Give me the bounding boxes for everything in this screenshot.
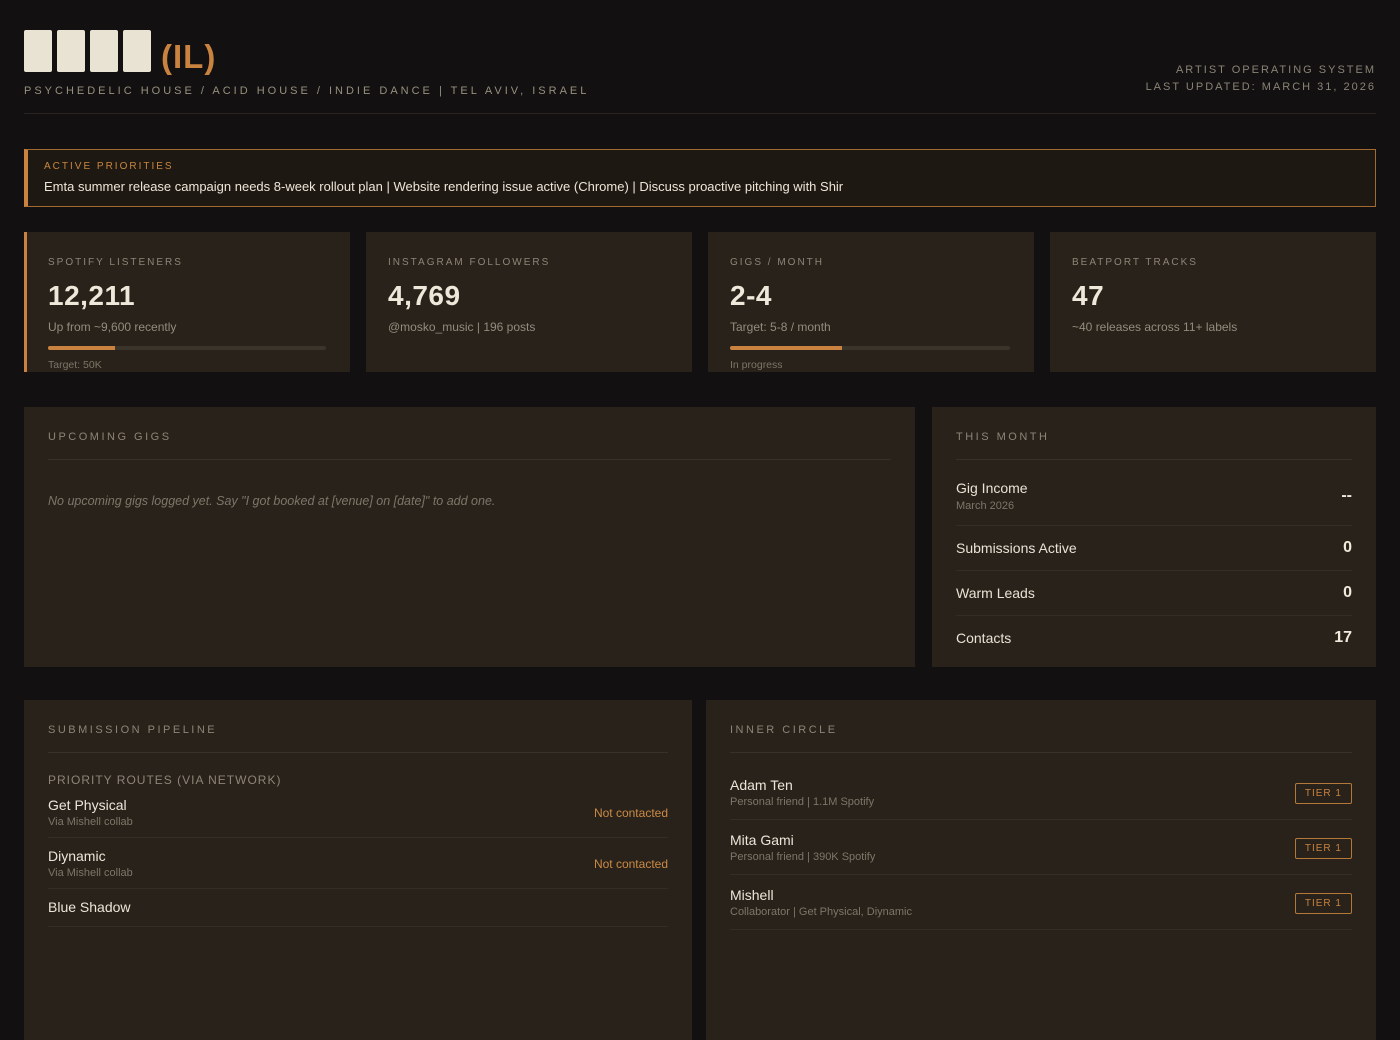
stat-card-gigs-per-month: GIGS / MONTH 2-4 Target: 5-8 / month In …: [708, 232, 1034, 372]
stat-footer: In progress: [730, 359, 1010, 371]
tier-badge: TIER 1: [1295, 893, 1352, 914]
tier-badge: TIER 1: [1295, 838, 1352, 859]
artist-tagline: PSYCHEDELIC HOUSE / ACID HOUSE / INDIE D…: [24, 85, 589, 97]
metric-value: 0: [1343, 539, 1352, 557]
stat-label: BEATPORT TRACKS: [1072, 257, 1352, 268]
status-badge: Not contacted: [594, 857, 668, 871]
pipeline-row: Blue Shadow: [48, 889, 668, 927]
contact-detail: Personal friend | 1.1M Spotify: [730, 796, 874, 809]
contact-detail: Collaborator | Get Physical, Diynamic: [730, 906, 912, 919]
status-badge: Not contacted: [594, 806, 668, 820]
this-month-row-gig-income: Gig Income March 2026 --: [956, 460, 1352, 526]
pipeline-row: Diynamic Via Mishell collab Not contacte…: [48, 838, 668, 889]
logo: (IL): [24, 30, 589, 72]
this-month-panel: THIS MONTH Gig Income March 2026 -- Subm…: [932, 407, 1376, 667]
logo-country-suffix: (IL): [161, 41, 216, 72]
label-route: Via Mishell collab: [48, 867, 133, 880]
progress-fill: [48, 346, 115, 350]
pipeline-target: Diynamic Via Mishell collab: [48, 848, 133, 880]
contact-info: Adam Ten Personal friend | 1.1M Spotify: [730, 777, 874, 809]
stat-label: INSTAGRAM FOLLOWERS: [388, 257, 668, 268]
progress-bar: [730, 346, 1010, 350]
this-month-row-submissions-active: Submissions Active 0: [956, 526, 1352, 571]
progress-bar: [48, 346, 326, 350]
upcoming-gigs-empty-message: No upcoming gigs logged yet. Say "I got …: [48, 494, 891, 508]
pipeline-row: Get Physical Via Mishell collab Not cont…: [48, 787, 668, 838]
logo-block: [24, 30, 52, 72]
last-updated: LAST UPDATED: MARCH 31, 2026: [1146, 79, 1376, 96]
middle-row: UPCOMING GIGS No upcoming gigs logged ye…: [24, 407, 1376, 667]
contact-row: Mishell Collaborator | Get Physical, Diy…: [730, 875, 1352, 930]
upcoming-gigs-panel: UPCOMING GIGS No upcoming gigs logged ye…: [24, 407, 915, 667]
bottom-row: SUBMISSION PIPELINE PRIORITY ROUTES (VIA…: [24, 700, 1376, 1040]
header: (IL) PSYCHEDELIC HOUSE / ACID HOUSE / IN…: [24, 0, 1376, 114]
stat-sub: ~40 releases across 11+ labels: [1072, 320, 1352, 334]
stat-card-instagram-followers: INSTAGRAM FOLLOWERS 4,769 @mosko_music |…: [366, 232, 692, 372]
contact-name: Mishell: [730, 887, 912, 903]
logo-blocks: [24, 30, 151, 72]
contact-row: Adam Ten Personal friend | 1.1M Spotify …: [730, 765, 1352, 820]
label-name: Diynamic: [48, 848, 133, 864]
stat-sub: @mosko_music | 196 posts: [388, 320, 668, 334]
stat-value: 47: [1072, 280, 1352, 312]
metric-sublabel: March 2026: [956, 500, 1028, 512]
metric-value: 0: [1343, 584, 1352, 602]
stat-footer: Target: 50K: [48, 359, 326, 371]
priorities-label: ACTIVE PRIORITIES: [44, 161, 1359, 172]
contact-name: Adam Ten: [730, 777, 874, 793]
metric-label: Gig Income: [956, 480, 1028, 496]
stat-label: SPOTIFY LISTENERS: [48, 257, 326, 268]
stat-sub: Up from ~9,600 recently: [48, 320, 326, 334]
inner-circle-panel: INNER CIRCLE Adam Ten Personal friend | …: [706, 700, 1376, 1040]
label-name: Blue Shadow: [48, 899, 131, 915]
stat-label: GIGS / MONTH: [730, 257, 1010, 268]
metric: Gig Income March 2026: [956, 480, 1028, 512]
logo-block: [90, 30, 118, 72]
priority-routes-label: PRIORITY ROUTES (VIA NETWORK): [48, 773, 668, 787]
this-month-row-contacts: Contacts 17: [956, 616, 1352, 660]
stat-value: 12,211: [48, 280, 326, 312]
contact-row: Mita Gami Personal friend | 390K Spotify…: [730, 820, 1352, 875]
contact-info: Mishell Collaborator | Get Physical, Diy…: [730, 887, 912, 919]
stat-value: 4,769: [388, 280, 668, 312]
logo-block: [57, 30, 85, 72]
header-left: (IL) PSYCHEDELIC HOUSE / ACID HOUSE / IN…: [24, 30, 589, 97]
tier-badge: TIER 1: [1295, 783, 1352, 804]
inner-circle-list: Adam Ten Personal friend | 1.1M Spotify …: [730, 765, 1352, 930]
stats-row: SPOTIFY LISTENERS 12,211 Up from ~9,600 …: [24, 232, 1376, 372]
panel-title: THIS MONTH: [956, 431, 1352, 460]
metric-label: Contacts: [956, 630, 1011, 646]
stat-card-spotify-listeners: SPOTIFY LISTENERS 12,211 Up from ~9,600 …: [24, 232, 350, 372]
this-month-row-warm-leads: Warm Leads 0: [956, 571, 1352, 616]
contact-detail: Personal friend | 390K Spotify: [730, 851, 875, 864]
label-name: Get Physical: [48, 797, 133, 813]
panel-title: SUBMISSION PIPELINE: [48, 724, 668, 753]
stat-card-beatport-tracks: BEATPORT TRACKS 47 ~40 releases across 1…: [1050, 232, 1376, 372]
header-meta: ARTIST OPERATING SYSTEM LAST UPDATED: MA…: [1146, 62, 1376, 97]
label-route: Via Mishell collab: [48, 816, 133, 829]
priorities-text: Emta summer release campaign needs 8-wee…: [44, 179, 1359, 194]
logo-block: [123, 30, 151, 72]
panel-title: UPCOMING GIGS: [48, 431, 891, 460]
artist-dashboard: (IL) PSYCHEDELIC HOUSE / ACID HOUSE / IN…: [0, 0, 1400, 1040]
active-priorities-banner: ACTIVE PRIORITIES Emta summer release ca…: [24, 149, 1376, 207]
stat-sub: Target: 5-8 / month: [730, 320, 1010, 334]
metric-value: 17: [1334, 629, 1352, 647]
metric-label: Submissions Active: [956, 540, 1077, 556]
contact-name: Mita Gami: [730, 832, 875, 848]
panel-title: INNER CIRCLE: [730, 724, 1352, 753]
stat-value: 2-4: [730, 280, 1010, 312]
pipeline-target: Blue Shadow: [48, 899, 131, 918]
metric-label: Warm Leads: [956, 585, 1035, 601]
pipeline-target: Get Physical Via Mishell collab: [48, 797, 133, 829]
contact-info: Mita Gami Personal friend | 390K Spotify: [730, 832, 875, 864]
submission-pipeline-panel: SUBMISSION PIPELINE PRIORITY ROUTES (VIA…: [24, 700, 692, 1040]
metric-value: --: [1341, 487, 1352, 505]
progress-fill: [730, 346, 842, 350]
system-label: ARTIST OPERATING SYSTEM: [1146, 62, 1376, 79]
